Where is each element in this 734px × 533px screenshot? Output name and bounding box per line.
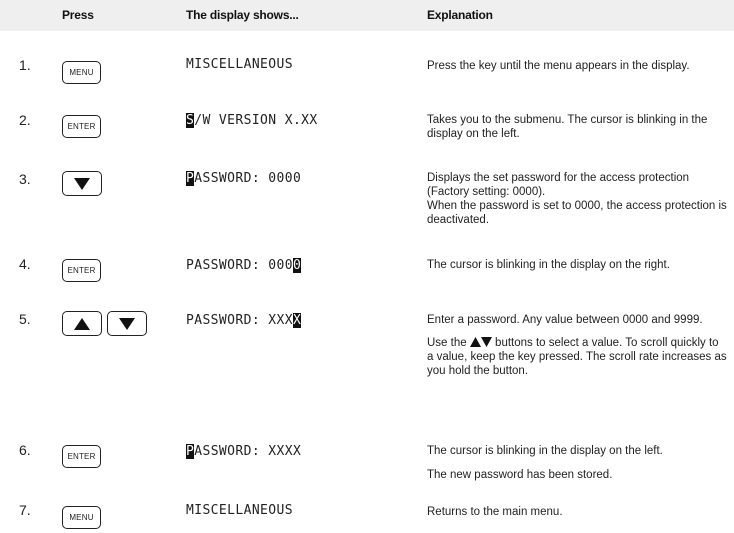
step-number: 2. xyxy=(19,112,31,128)
header-explanation: Explanation xyxy=(427,8,493,22)
menu-key[interactable]: MENU xyxy=(62,506,101,529)
cursor: 0 xyxy=(292,258,302,273)
explanation: Returns to the main menu. xyxy=(427,506,563,518)
step-number: 1. xyxy=(19,57,31,73)
enter-key[interactable]: ENTER xyxy=(62,115,101,138)
step-number: 6. xyxy=(19,442,31,458)
display-text: PASSWORD: XXXX xyxy=(186,313,302,328)
down-key[interactable] xyxy=(107,311,147,336)
cursor: X xyxy=(292,313,302,328)
header-display: The display shows... xyxy=(186,8,299,22)
up-key[interactable] xyxy=(62,311,102,336)
step-number: 5. xyxy=(19,311,31,327)
display-text: MISCELLANEOUS xyxy=(186,503,293,518)
menu-key[interactable]: MENU xyxy=(62,61,101,84)
header-press: Press xyxy=(62,8,94,22)
table-header: Press The display shows... Explanation xyxy=(0,0,734,31)
enter-key[interactable]: ENTER xyxy=(62,445,101,468)
explanation: Takes you to the submenu. The cursor is … xyxy=(427,114,708,140)
triangle-down-icon xyxy=(74,177,90,190)
explanation: The cursor is blinking in the display on… xyxy=(427,445,663,481)
explanation: Press the key until the menu appears in … xyxy=(427,60,690,72)
cursor: P xyxy=(186,171,195,186)
display-text: PASSWORD: 0000 xyxy=(186,258,302,273)
cursor: S xyxy=(186,113,195,128)
triangle-down-icon xyxy=(480,337,492,347)
triangle-down-icon xyxy=(119,317,135,330)
down-key[interactable] xyxy=(62,171,102,196)
enter-key[interactable]: ENTER xyxy=(62,259,101,282)
step-number: 3. xyxy=(19,171,31,187)
display-text: S/W VERSION X.XX xyxy=(186,113,318,128)
step-number: 4. xyxy=(19,256,31,272)
explanation: The cursor is blinking in the display on… xyxy=(427,259,670,271)
display-text: MISCELLANEOUS xyxy=(186,57,293,72)
triangle-up-icon xyxy=(469,337,481,347)
display-text: PASSWORD: XXXX xyxy=(186,444,302,459)
triangle-up-icon xyxy=(74,317,90,330)
display-text: PASSWORD: 0000 xyxy=(186,171,302,186)
explanation: Displays the set password for the access… xyxy=(427,172,727,226)
cursor: P xyxy=(186,444,195,459)
explanation: Enter a password. Any value between 0000… xyxy=(427,314,727,377)
step-number: 7. xyxy=(19,502,31,518)
